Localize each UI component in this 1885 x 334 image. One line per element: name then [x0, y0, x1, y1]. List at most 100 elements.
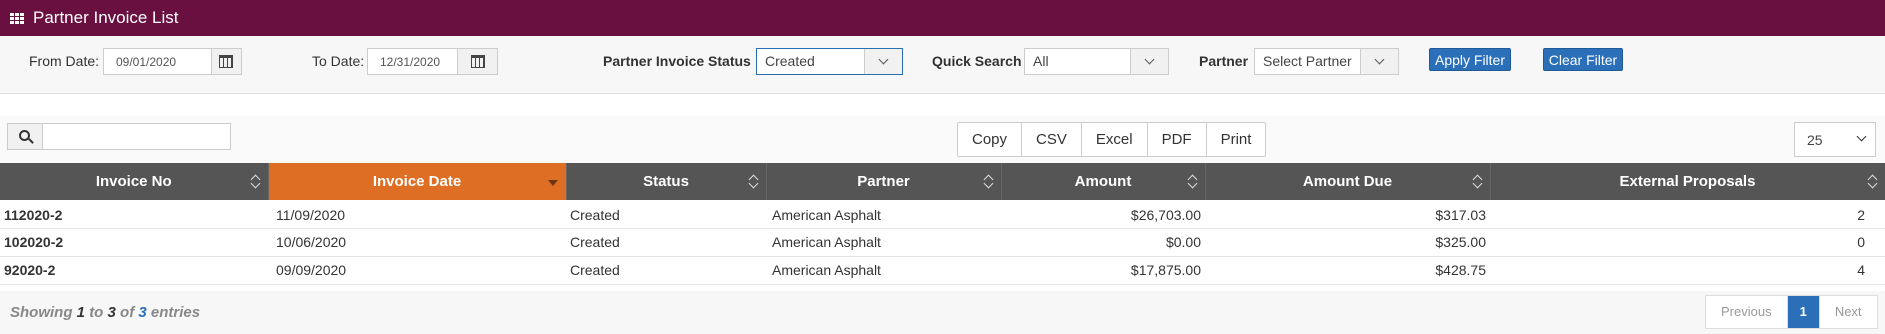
previous-page-button[interactable]: Previous [1706, 296, 1787, 328]
status-dropdown-button[interactable] [864, 49, 902, 74]
from-date-field[interactable] [103, 48, 242, 75]
table-header-row: Invoice No Invoice Date Status Partner A… [0, 163, 1885, 200]
partner-cell: American Asphalt [766, 200, 1001, 229]
excel-button[interactable]: Excel [1080, 123, 1147, 156]
chevron-down-icon [1856, 131, 1867, 142]
quick-search-value: All [1033, 53, 1049, 69]
copy-button[interactable]: Copy [958, 123, 1021, 156]
apply-filter-button[interactable]: Apply Filter [1429, 48, 1511, 71]
summary-to-word: to [89, 304, 104, 321]
table-search[interactable] [7, 123, 231, 150]
sort-icon [749, 174, 758, 189]
partner-cell: American Asphalt [766, 228, 1001, 257]
grid-icon [10, 12, 24, 24]
to-date-field[interactable] [367, 48, 498, 75]
sort-icon [1473, 174, 1482, 189]
sort-icon [1188, 174, 1197, 189]
column-header-external-proposals[interactable]: External Proposals [1490, 163, 1885, 200]
pdf-button[interactable]: PDF [1146, 123, 1206, 156]
amount-due-cell: $317.03 [1205, 200, 1490, 229]
chevron-down-icon [1144, 54, 1155, 65]
table-row: 102020-2 10/06/2020 Created American Asp… [0, 228, 1885, 257]
from-date-input[interactable] [104, 49, 211, 74]
invoice-date-cell: 09/09/2020 [268, 256, 566, 285]
sort-icon [984, 174, 993, 189]
external-proposals-cell: 4 [1490, 256, 1885, 285]
quick-search-dropdown-button[interactable] [1130, 49, 1168, 74]
column-header-partner[interactable]: Partner [766, 163, 1002, 200]
caret-down-icon [547, 180, 558, 186]
sort-icon [251, 174, 260, 189]
search-input[interactable] [43, 123, 231, 150]
partner-label: Partner [1199, 53, 1249, 69]
column-header-label: External Proposals [1619, 173, 1756, 190]
summary-total: 3 [138, 304, 147, 321]
partner-select[interactable]: Select Partner [1254, 48, 1399, 75]
next-page-button[interactable]: Next [1818, 296, 1877, 328]
status-cell: Created [566, 256, 766, 285]
column-header-invoice-date[interactable]: Invoice Date [268, 163, 567, 200]
invoice-no-link[interactable]: 112020-2 [0, 200, 268, 229]
summary-from: 1 [76, 304, 86, 321]
status-select-value: Created [765, 53, 815, 69]
summary-to: 3 [107, 304, 116, 321]
print-button[interactable]: Print [1205, 123, 1266, 156]
clear-filter-button[interactable]: Clear Filter [1543, 48, 1623, 71]
column-header-amount[interactable]: Amount [1001, 163, 1206, 200]
column-header-label: Amount [1074, 173, 1132, 190]
calendar-icon [219, 55, 234, 68]
status-label: Partner Invoice Status [603, 53, 751, 69]
column-header-invoice-no[interactable]: Invoice No [0, 163, 269, 200]
title-bar: Partner Invoice List [0, 0, 1885, 36]
pagination: Previous 1 Next [1705, 295, 1878, 329]
invoice-date-cell: 10/06/2020 [268, 228, 566, 257]
search-button[interactable] [7, 123, 43, 150]
entries-summary: Showing 1 to 3 of 3 entries [10, 304, 200, 321]
column-header-status[interactable]: Status [566, 163, 767, 200]
invoice-date-cell: 11/09/2020 [268, 200, 566, 229]
page-title: Partner Invoice List [33, 8, 179, 27]
from-date-label: From Date: [29, 53, 100, 69]
quick-search-select[interactable]: All [1024, 48, 1169, 75]
table-row: 92020-2 09/09/2020 Created American Asph… [0, 256, 1885, 285]
status-select[interactable]: Created [756, 48, 903, 75]
chevron-down-icon [878, 54, 889, 65]
external-proposals-cell: 2 [1490, 200, 1885, 229]
invoice-no-link[interactable]: 102020-2 [0, 228, 268, 257]
search-icon [18, 130, 30, 141]
filter-bar: From Date: To Date: Partner Invoice Stat… [0, 36, 1885, 94]
status-cell: Created [566, 228, 766, 257]
column-header-label: Partner [857, 173, 910, 190]
calendar-icon [470, 55, 485, 68]
amount-cell: $26,703.00 [1001, 200, 1205, 229]
column-header-label: Invoice No [95, 173, 172, 190]
status-cell: Created [566, 200, 766, 229]
column-header-label: Status [643, 173, 689, 190]
column-header-amount-due[interactable]: Amount Due [1205, 163, 1491, 200]
quick-search-label: Quick Search [932, 53, 1022, 69]
to-date-input[interactable] [368, 49, 457, 74]
summary-entries-word: entries [150, 304, 201, 321]
amount-cell: $17,875.00 [1001, 256, 1205, 285]
table-row: 112020-2 11/09/2020 Created American Asp… [0, 200, 1885, 229]
partner-select-value: Select Partner [1263, 53, 1352, 69]
from-date-calendar-button[interactable] [210, 49, 241, 74]
page-size-select[interactable]: 25 [1794, 122, 1876, 157]
summary-prefix: Showing [10, 304, 73, 321]
table-footer: Showing 1 to 3 of 3 entries Previous 1 N… [0, 291, 1885, 334]
sort-icon [1868, 174, 1877, 189]
invoice-no-link[interactable]: 92020-2 [0, 256, 268, 285]
invoice-table: Invoice No Invoice Date Status Partner A… [0, 163, 1885, 285]
amount-due-cell: $325.00 [1205, 228, 1490, 257]
to-date-label: To Date: [312, 53, 365, 69]
page-1-button[interactable]: 1 [1786, 296, 1819, 328]
amount-due-cell: $428.75 [1205, 256, 1490, 285]
csv-button[interactable]: CSV [1021, 123, 1081, 156]
partner-cell: American Asphalt [766, 256, 1001, 285]
to-date-calendar-button[interactable] [457, 49, 497, 74]
partner-dropdown-button[interactable] [1360, 49, 1398, 74]
amount-cell: $0.00 [1001, 228, 1205, 257]
chevron-down-icon [1374, 54, 1385, 65]
page-size-value: 25 [1807, 131, 1823, 148]
export-buttons: Copy CSV Excel PDF Print [957, 122, 1267, 157]
